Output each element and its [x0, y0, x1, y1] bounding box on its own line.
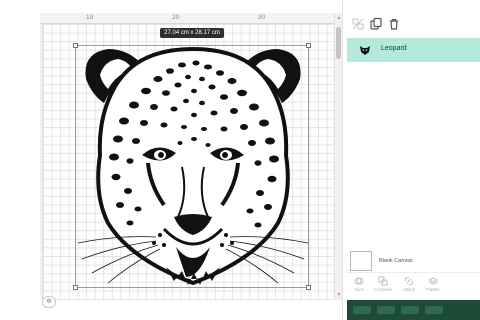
ruler-horizontal: 10 20 30 — [40, 13, 334, 24]
strip-button[interactable] — [425, 306, 443, 314]
ruler-mark: 20 — [172, 14, 180, 21]
canvas-area[interactable]: 10 20 30 ▲ ▼ 27.04 cm x 28.17 cm ⊕ — [0, 0, 342, 320]
design-space: 10 20 30 ▲ ▼ 27.04 cm x 28.17 cm ⊕ Leopa… — [0, 0, 480, 320]
layers-panel: Leopard Blank Canvas Slice Combine Attac… — [342, 0, 480, 320]
leopard-thumbnail-icon — [360, 46, 370, 55]
strip-button[interactable] — [377, 306, 395, 314]
ruler-mark: 10 — [86, 14, 94, 21]
strip-button[interactable] — [353, 306, 371, 314]
delete-icon[interactable] — [387, 17, 401, 31]
ruler-mark: 30 — [258, 14, 266, 21]
zoom-control-icon[interactable]: ⊕ — [42, 296, 56, 308]
layer-item-leopard[interactable]: Leopard — [347, 38, 480, 62]
blank-canvas-swatch[interactable] — [350, 251, 372, 271]
make-it-strip — [347, 300, 480, 320]
blank-canvas-row[interactable]: Blank Canvas — [347, 250, 480, 272]
duplicate-icon[interactable] — [369, 17, 383, 31]
slice-button[interactable]: Slice — [349, 276, 369, 298]
blank-canvas-label: Blank Canvas — [379, 258, 413, 264]
slice-icon — [354, 277, 364, 285]
combine-icon — [378, 276, 388, 286]
combine-button[interactable]: Combine — [373, 276, 393, 298]
resize-handle[interactable] — [73, 285, 78, 290]
attach-button[interactable]: Attach — [399, 276, 419, 298]
resize-handle[interactable] — [306, 285, 311, 290]
flatten-icon — [428, 277, 438, 285]
ungroup-icon[interactable] — [351, 17, 365, 31]
attach-icon — [404, 276, 414, 286]
scroll-thumb[interactable] — [336, 27, 341, 59]
flatten-button[interactable]: Flatten — [423, 276, 443, 298]
strip-button[interactable] — [401, 306, 419, 314]
resize-handle[interactable] — [73, 43, 78, 48]
selection-bounding-box[interactable] — [73, 43, 311, 290]
vertical-scrollbar[interactable]: ▲ ▼ — [334, 13, 342, 300]
layer-label: Leopard — [381, 45, 407, 52]
dimension-tooltip: 27.04 cm x 28.17 cm — [160, 28, 224, 38]
layer-actions-bar: Slice Combine Attach Flatten — [347, 272, 480, 300]
resize-handle[interactable] — [306, 43, 311, 48]
layers-toolbar — [343, 14, 439, 34]
